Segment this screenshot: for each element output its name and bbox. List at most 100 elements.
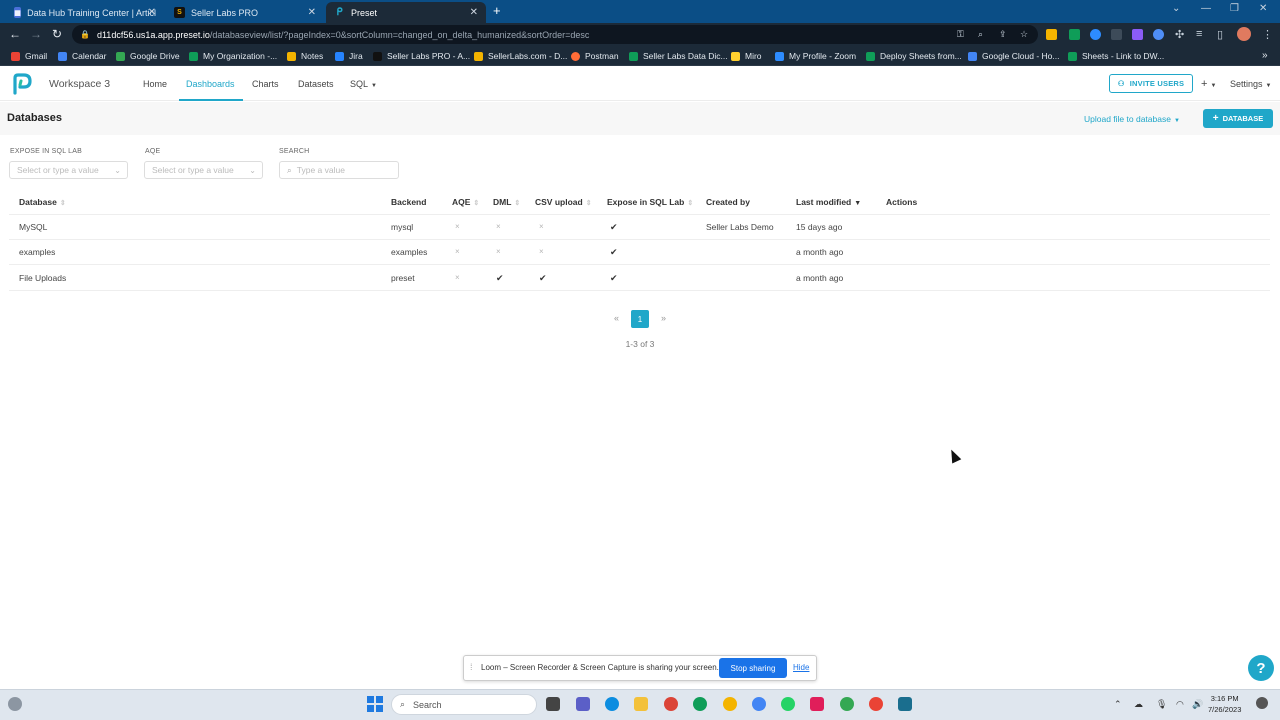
pagination-next[interactable]: » [661, 313, 666, 323]
notification-icon[interactable] [1256, 697, 1268, 709]
whatsapp-icon[interactable] [781, 697, 795, 711]
column-header-database[interactable]: Database ⇕ [19, 197, 66, 207]
nav-sql[interactable]: SQL ▼ [350, 79, 377, 89]
maximize-icon[interactable]: ❐ [1230, 3, 1239, 14]
column-header-last-modified[interactable]: Last modified ▼ [796, 197, 861, 207]
settings-menu[interactable]: Settings ▼ [1230, 79, 1271, 89]
chrome-icon[interactable] [869, 697, 883, 711]
bookmark-sheets-link[interactable]: Sheets - Link to DW... [1068, 51, 1164, 61]
taskbar-search[interactable]: ⌕ Search [391, 694, 537, 715]
plus-menu-button[interactable]: + ▼ [1201, 78, 1216, 90]
chrome-icon[interactable] [840, 697, 854, 711]
new-tab-button[interactable]: + [493, 3, 501, 18]
column-header-actions: Actions [886, 197, 918, 207]
preset-logo-icon[interactable] [10, 72, 34, 96]
bookmark-jira[interactable]: Jira [335, 51, 363, 61]
bookmark-data-dictionary[interactable]: Seller Labs Data Dic... [629, 51, 728, 61]
tray-expand-icon[interactable]: ⌃ [1114, 699, 1122, 710]
close-tab-icon[interactable]: ✕ [308, 7, 316, 18]
extension-icon[interactable] [1153, 29, 1164, 40]
browser-tab[interactable]: ▦ Data Hub Training Center | Articl ✕ [6, 2, 164, 23]
invite-users-button[interactable]: ⚇ INVITE USERS [1109, 74, 1193, 93]
bookmark-postman[interactable]: Postman [571, 51, 619, 61]
bookmark-zoom[interactable]: My Profile - Zoom [775, 51, 856, 61]
bookmark-google-cloud[interactable]: Google Cloud - Ho... [968, 51, 1059, 61]
terminal-icon[interactable] [898, 697, 912, 711]
drag-handle-icon[interactable]: ⁞ [470, 662, 473, 672]
more-bookmarks-icon[interactable]: » [1262, 50, 1268, 61]
nav-charts[interactable]: Charts [252, 79, 279, 89]
close-tab-icon[interactable]: ✕ [148, 7, 156, 18]
browser-tab[interactable]: S Seller Labs PRO ✕ [166, 2, 324, 23]
wifi-icon[interactable]: ◠ [1176, 699, 1184, 710]
browser-tab-active[interactable]: ᑭ Preset ✕ [326, 2, 486, 23]
side-panel-icon[interactable]: ▯ [1217, 28, 1223, 41]
bookmark-google-drive[interactable]: Google Drive [116, 51, 180, 61]
upload-file-menu[interactable]: Upload file to database ▼ [1084, 114, 1180, 124]
edge-icon[interactable] [605, 697, 619, 711]
close-window-icon[interactable]: ✕ [1259, 3, 1267, 14]
nav-home[interactable]: Home [143, 79, 167, 89]
minimize-icon[interactable]: — [1201, 3, 1211, 14]
bookmark-miro[interactable]: Miro [731, 51, 762, 61]
nav-dashboards[interactable]: Dashboards [186, 79, 235, 89]
extension-icon[interactable] [1046, 29, 1057, 40]
bookmark-my-organization[interactable]: My Organization -... [189, 51, 277, 61]
microphone-icon[interactable] [1111, 29, 1122, 40]
bookmark-gmail[interactable]: Gmail [11, 51, 47, 61]
zoom-icon[interactable]: ⌕ [978, 29, 983, 40]
column-header-dml[interactable]: DML ⇕ [493, 197, 520, 207]
bookmark-notes[interactable]: Notes [287, 51, 323, 61]
chrome-icon[interactable] [752, 697, 766, 711]
chrome-icon[interactable] [693, 697, 707, 711]
pagination-page-1[interactable]: 1 [631, 310, 649, 328]
bookmark-seller-labs-pro[interactable]: Seller Labs PRO - A... [373, 51, 470, 61]
extension-icon[interactable] [1069, 29, 1080, 40]
add-database-button[interactable]: + DATABASE [1203, 109, 1273, 128]
file-explorer-icon[interactable] [634, 697, 648, 711]
close-tab-icon[interactable]: ✕ [470, 7, 478, 18]
extension-icon[interactable] [1132, 29, 1143, 40]
bookmark-calendar[interactable]: Calendar [58, 51, 107, 61]
sheets-icon [866, 51, 875, 61]
teams-icon[interactable] [576, 697, 590, 711]
bookmark-sellerlabs-com[interactable]: SellerLabs.com - D... [474, 51, 567, 61]
aqe-select[interactable]: Select or type a value ⌄ [144, 161, 263, 179]
more-menu-icon[interactable]: ⋮ [1262, 28, 1273, 41]
slack-icon[interactable] [810, 697, 824, 711]
task-view-icon[interactable] [546, 697, 560, 711]
widgets-icon[interactable] [8, 697, 22, 711]
back-icon[interactable]: ← [9, 28, 21, 40]
reload-icon[interactable]: ↻ [52, 28, 62, 40]
stop-sharing-button[interactable]: Stop sharing [719, 658, 787, 678]
bookmark-deploy-sheets[interactable]: Deploy Sheets from... [866, 51, 962, 61]
expose-in-sql-lab-select[interactable]: Select or type a value ⌄ [9, 161, 128, 179]
puzzle-icon[interactable]: ✣ [1175, 28, 1184, 41]
star-icon[interactable]: ☆ [1020, 29, 1028, 40]
avatar[interactable] [1237, 27, 1251, 41]
column-header-aqe[interactable]: AQE ⇕ [452, 197, 479, 207]
pagination-prev[interactable]: « [614, 313, 619, 323]
column-header-expose-in-sql-lab[interactable]: Expose in SQL Lab ⇕ [607, 197, 693, 207]
share-icon[interactable]: ⇪ [999, 29, 1007, 40]
workspace-name[interactable]: Workspace 3 [49, 78, 110, 90]
column-header-csv-upload[interactable]: CSV upload ⇕ [535, 197, 592, 207]
nav-datasets[interactable]: Datasets [298, 79, 334, 89]
windows-start-icon[interactable] [367, 696, 383, 712]
volume-icon[interactable]: 🔊 [1192, 699, 1203, 710]
forward-icon[interactable]: → [30, 28, 42, 40]
help-icon[interactable]: ? [1248, 655, 1274, 681]
microphone-icon[interactable]: 🎙 [1156, 699, 1167, 710]
onedrive-icon[interactable]: ☁ [1134, 699, 1143, 710]
extension-icon[interactable] [1090, 29, 1101, 40]
taskbar-clock[interactable]: 3:16 PM 7/26/2023 [1208, 693, 1241, 715]
chrome-icon[interactable] [664, 697, 678, 711]
chevron-down-icon[interactable]: ⌄ [1172, 3, 1180, 14]
hide-link[interactable]: Hide [793, 663, 809, 672]
check-icon: ✔ [610, 222, 618, 232]
search-input[interactable]: ⌕ Type a value [279, 161, 399, 179]
url-input[interactable]: 🔒 d11dcf56.us1a.app.preset.io/databasevi… [72, 25, 1038, 44]
media-icon[interactable]: ≡ [1196, 28, 1202, 40]
chrome-icon[interactable] [723, 697, 737, 711]
key-icon[interactable]: ⚿ [957, 29, 964, 40]
